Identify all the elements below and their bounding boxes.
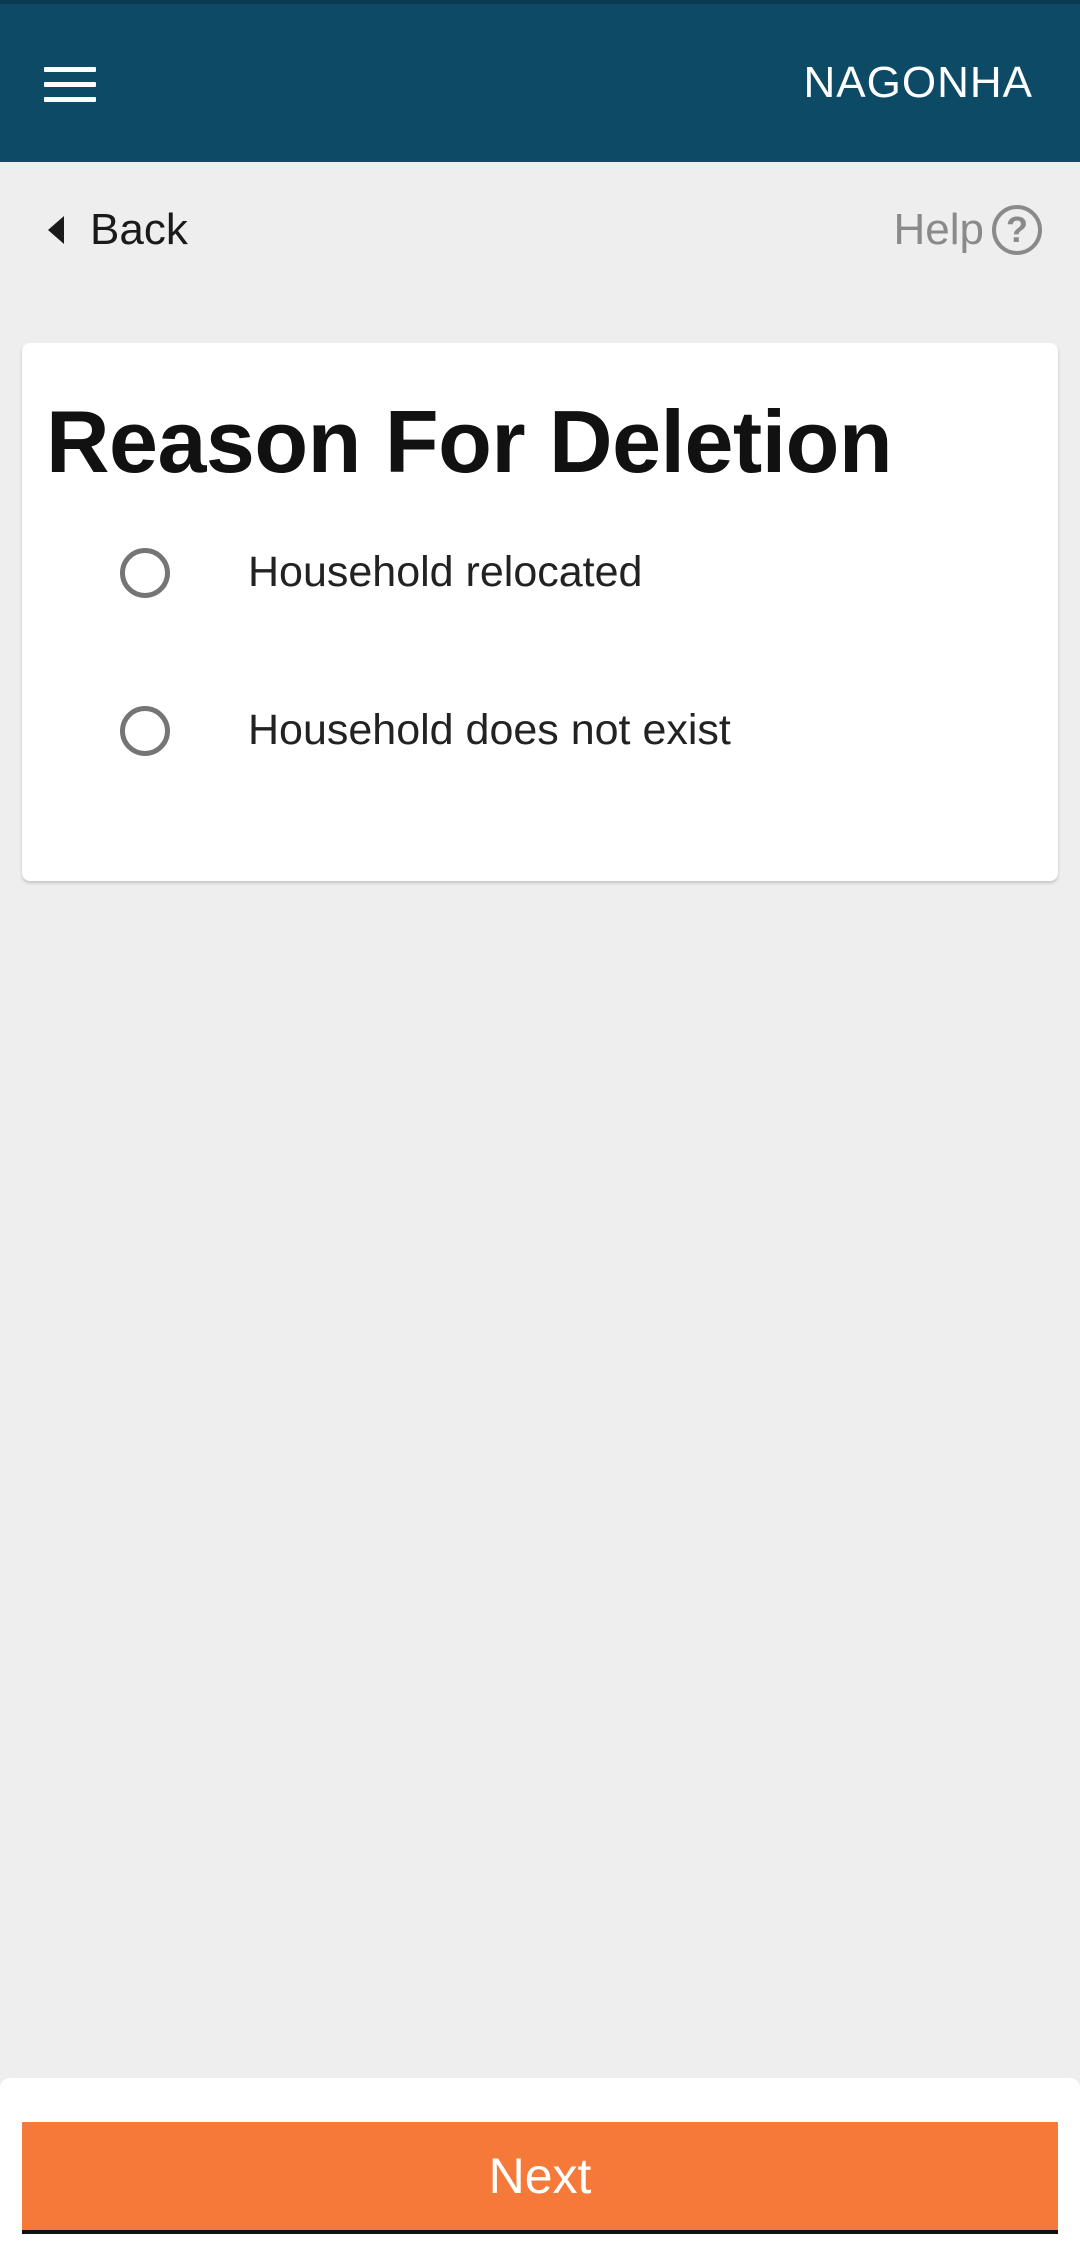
app-title: NAGONHA — [803, 58, 1033, 107]
next-button[interactable]: Next — [22, 2122, 1058, 2234]
menu-line — [44, 81, 96, 87]
caret-left-icon — [48, 216, 64, 244]
app-bar: NAGONHA — [0, 0, 1080, 162]
menu-line — [44, 96, 96, 102]
app-screen: NAGONHA Back Help ? Reason For Deletion … — [0, 0, 1080, 2266]
hamburger-menu-icon[interactable] — [44, 54, 114, 114]
back-label: Back — [90, 205, 188, 254]
radio-option-label: Household relocated — [248, 548, 643, 596]
radio-option-label: Household does not exist — [248, 706, 731, 754]
radio-option-household-does-not-exist[interactable]: Household does not exist — [22, 676, 1058, 786]
help-button[interactable]: Help ? — [893, 198, 1042, 262]
help-label: Help — [893, 205, 985, 254]
question-circle-icon: ? — [992, 205, 1042, 255]
back-button[interactable]: Back — [48, 200, 188, 260]
page-title: Reason For Deletion — [46, 392, 893, 491]
radio-button[interactable] — [120, 548, 170, 598]
nav-row: Back Help ? — [0, 162, 1080, 302]
footer-bar: Next — [0, 2078, 1080, 2266]
menu-line — [44, 66, 96, 72]
reason-card: Reason For Deletion Household relocated … — [22, 343, 1058, 881]
radio-option-household-relocated[interactable]: Household relocated — [22, 518, 1058, 628]
radio-button[interactable] — [120, 706, 170, 756]
